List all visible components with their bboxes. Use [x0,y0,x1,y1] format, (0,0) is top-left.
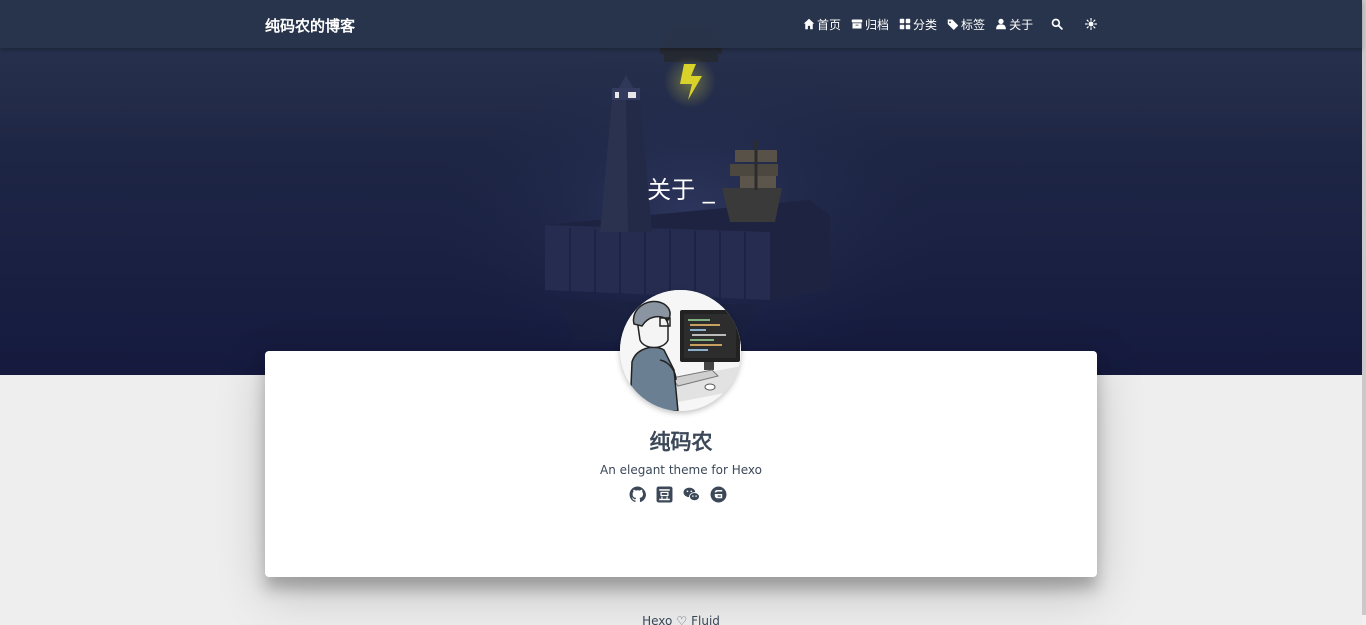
category-icon [899,18,911,30]
top-navbar: 纯码农的博客 首页 归档 分类 标签 关于 [0,0,1362,48]
github-icon [629,486,646,502]
scrollbar-thumb[interactable] [1362,0,1366,615]
github-link[interactable] [628,485,646,503]
wechat-icon [683,487,700,501]
nav-item-category[interactable]: 分类 [899,16,937,33]
tag-icon [947,19,959,30]
search-button[interactable] [1051,18,1063,30]
avatar-illustration [620,290,741,411]
avatar [620,290,741,411]
site-brand-link[interactable]: 纯码农的博客 [265,15,355,36]
page-scrollbar[interactable] [1362,0,1366,625]
nav-item-label: 归档 [865,17,890,32]
nav-item-label: 标签 [961,17,986,32]
social-links [628,485,736,503]
theme-toggle-button[interactable] [1085,18,1098,30]
nav-menu: 首页 归档 分类 标签 关于 [803,14,1111,34]
footer-fluid-link[interactable]: Fluid [691,614,720,625]
gitee-icon [710,486,726,502]
nav-item-home[interactable]: 首页 [803,16,841,33]
douban-link[interactable] [655,485,673,503]
wechat-link[interactable] [682,485,700,503]
heart-icon: ♡ [676,614,688,625]
nav-item-label: 首页 [817,17,842,32]
footer-hexo-link[interactable]: Hexo [642,614,672,625]
user-icon [996,18,1006,30]
douban-icon [656,486,672,502]
sun-icon [1085,18,1098,30]
home-icon [803,18,815,30]
archive-icon [851,19,863,29]
profile-intro: An elegant theme for Hexo [600,463,762,477]
profile-name: 纯码农 [649,430,713,454]
search-icon [1051,18,1063,30]
nav-item-label: 分类 [913,17,938,32]
footer: Hexo ♡ Fluid [0,614,1362,625]
nav-item-archive[interactable]: 归档 [851,16,889,33]
gitee-link[interactable] [709,485,727,503]
nav-item-about[interactable]: 关于 [995,16,1033,33]
nav-item-label: 关于 [1009,17,1034,32]
nav-item-tags[interactable]: 标签 [947,16,985,33]
page-title: 关于 _ [647,176,715,204]
